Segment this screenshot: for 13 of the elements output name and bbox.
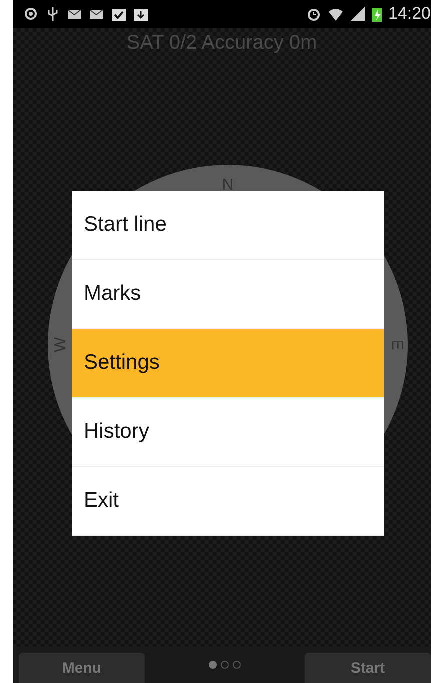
- alarm-icon: [306, 6, 322, 22]
- menu-item[interactable]: Exit: [72, 467, 384, 536]
- location-icon: [23, 6, 39, 22]
- signal-icon: [350, 6, 366, 22]
- gps-status-text: SAT 0/2 Accuracy 0m: [126, 31, 318, 55]
- wifi-icon: [328, 6, 344, 22]
- menu-item[interactable]: Start line: [72, 191, 384, 260]
- checkbox-icon: [111, 6, 127, 22]
- battery-icon: [372, 6, 382, 22]
- menu-item[interactable]: History: [72, 398, 384, 467]
- clock-time: 14:20: [388, 4, 431, 24]
- menu-item[interactable]: Settings: [72, 329, 384, 398]
- download-icon: [133, 6, 149, 22]
